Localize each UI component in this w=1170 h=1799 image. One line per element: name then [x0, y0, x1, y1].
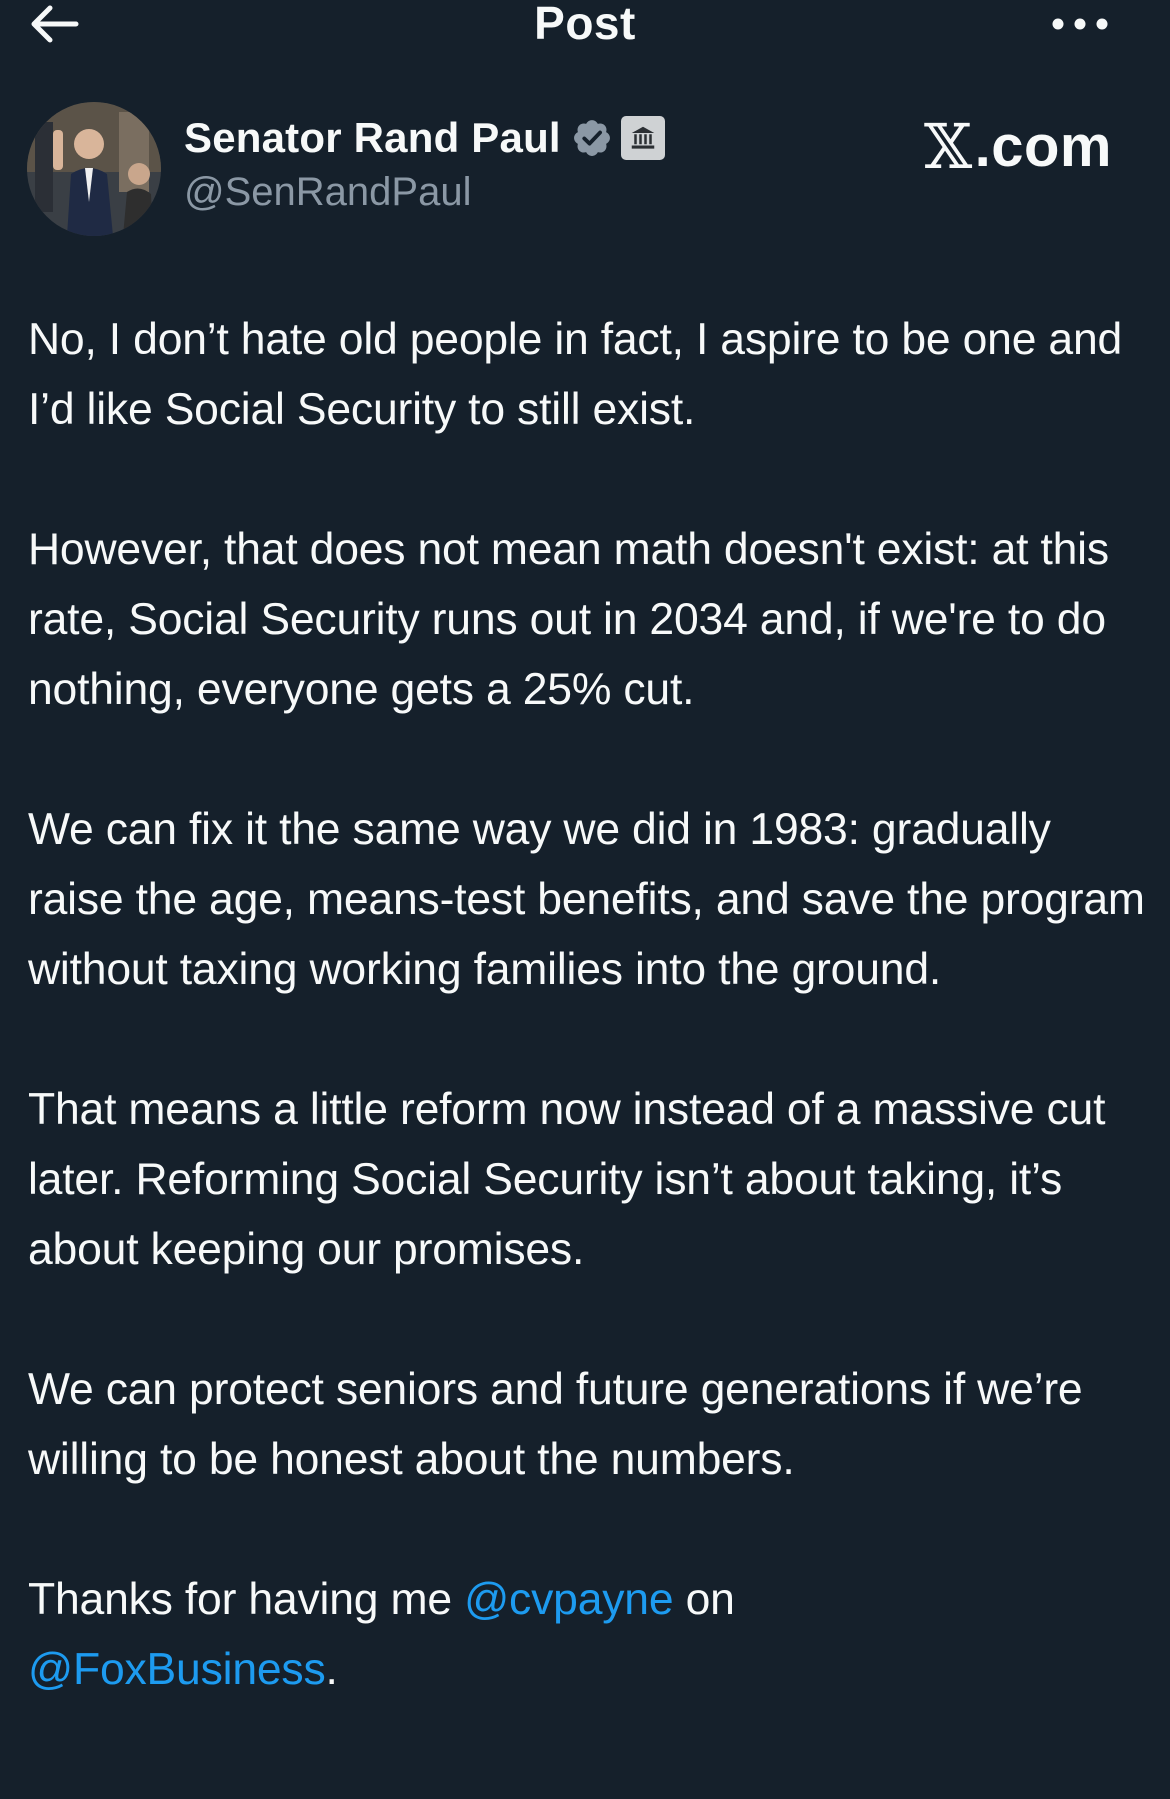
x-com-watermark: 𝕏 .com [924, 110, 1112, 183]
more-options-button[interactable] [1050, 6, 1120, 46]
mention-link-cvpayne[interactable]: @cvpayne [464, 1575, 674, 1624]
page-title: Post [534, 0, 636, 49]
verified-badge-icon[interactable] [571, 117, 613, 159]
closing-punctuation: . [325, 1645, 338, 1694]
watermark-domain: .com [974, 114, 1112, 179]
x-logo-icon: 𝕏 [924, 110, 973, 183]
closing-text: Thanks for having me [28, 1575, 465, 1624]
author-display-name[interactable]: Senator Rand Paul [184, 114, 561, 162]
post-paragraph: No, I don’t hate old people in fact, I a… [28, 315, 1123, 434]
post-paragraph: We can fix it the same way we did in 198… [28, 805, 1145, 994]
post-paragraph: We can protect seniors and future genera… [28, 1365, 1083, 1484]
more-horizontal-icon [1050, 18, 1110, 40]
post-author-header: Senator Rand Paul @SenRandPaul 𝕏 .com [0, 100, 1170, 240]
government-building-icon[interactable] [620, 116, 665, 160]
post-paragraph: However, that does not mean math doesn't… [28, 525, 1109, 714]
post-paragraph: That means a little reform now instead o… [28, 1085, 1106, 1274]
closing-text: on [673, 1575, 735, 1624]
post-text: No, I don’t hate old people in fact, I a… [28, 305, 1148, 1775]
top-bar: Post [0, 0, 1170, 60]
avatar[interactable] [27, 102, 161, 236]
post-closing-paragraph: Thanks for having me @cvpayne on @FoxBusi… [28, 1565, 1148, 1705]
mention-link-foxbusiness[interactable]: @FoxBusiness [28, 1645, 326, 1694]
author-name-row: Senator Rand Paul [184, 110, 665, 166]
author-handle[interactable]: @SenRandPaul [184, 170, 471, 215]
